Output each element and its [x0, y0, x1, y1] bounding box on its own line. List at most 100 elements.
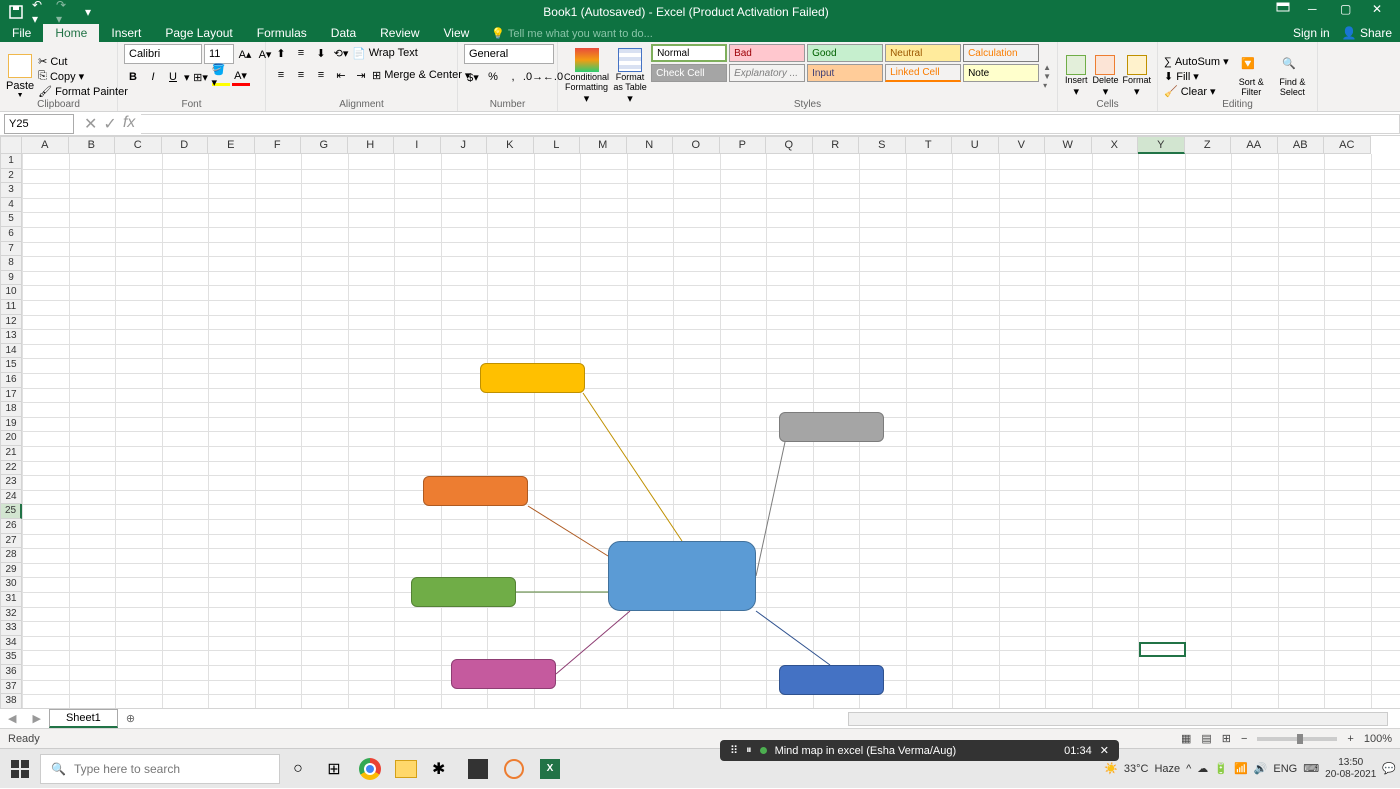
tab-home[interactable]: Home: [43, 24, 99, 42]
style-scroll-up-icon[interactable]: ▲: [1043, 63, 1051, 72]
style-check-cell[interactable]: Check Cell: [651, 64, 727, 82]
zoom-level[interactable]: 100%: [1364, 733, 1392, 745]
align-bottom-icon[interactable]: ⬇: [312, 44, 330, 62]
row-header[interactable]: 1: [0, 154, 22, 169]
fill-color-icon[interactable]: 🪣▾: [212, 68, 230, 86]
row-header[interactable]: 6: [0, 227, 22, 242]
shape-center[interactable]: [608, 541, 756, 611]
col-header[interactable]: Z: [1185, 136, 1232, 154]
align-middle-icon[interactable]: ≡: [292, 44, 310, 62]
row-header[interactable]: 32: [0, 607, 22, 622]
formula-input[interactable]: [141, 114, 1400, 134]
font-color-icon[interactable]: A▾: [232, 68, 250, 86]
zoom-slider[interactable]: [1257, 737, 1337, 741]
tab-pagelayout[interactable]: Page Layout: [153, 24, 244, 42]
row-header[interactable]: 9: [0, 271, 22, 286]
col-header[interactable]: V: [999, 136, 1046, 154]
wifi-icon[interactable]: 📶: [1234, 762, 1248, 775]
col-header[interactable]: R: [813, 136, 860, 154]
chrome-icon[interactable]: [352, 749, 388, 789]
ribbon-display-icon[interactable]: [1276, 2, 1296, 22]
redo-icon[interactable]: ↷ ▾: [56, 4, 72, 20]
style-linked-cell[interactable]: Linked Cell: [885, 64, 961, 82]
col-header[interactable]: J: [441, 136, 488, 154]
number-format-select[interactable]: [464, 44, 554, 64]
col-header[interactable]: B: [69, 136, 116, 154]
row-header[interactable]: 35: [0, 650, 22, 665]
row-header[interactable]: 4: [0, 198, 22, 213]
name-box[interactable]: [4, 114, 74, 134]
row-header[interactable]: 14: [0, 344, 22, 359]
enter-formula-icon[interactable]: ✓: [103, 114, 116, 134]
increase-indent-icon[interactable]: ⇥: [352, 66, 370, 84]
align-right-icon[interactable]: ≡: [312, 66, 330, 84]
col-header[interactable]: E: [208, 136, 255, 154]
col-header[interactable]: Y: [1138, 136, 1185, 154]
row-header[interactable]: 12: [0, 315, 22, 330]
row-header[interactable]: 16: [0, 373, 22, 388]
style-note[interactable]: Note: [963, 64, 1039, 82]
row-header[interactable]: 11: [0, 300, 22, 315]
row-header[interactable]: 7: [0, 242, 22, 257]
row-header[interactable]: 29: [0, 563, 22, 578]
select-all-corner[interactable]: [0, 136, 22, 154]
minimize-icon[interactable]: ─: [1308, 2, 1328, 22]
style-scroll-down-icon[interactable]: ▼: [1043, 72, 1051, 81]
sheet-nav-next-icon[interactable]: ▶: [24, 712, 48, 725]
onedrive-icon[interactable]: ☁: [1197, 762, 1208, 775]
sheet-tab[interactable]: Sheet1: [49, 709, 118, 728]
new-sheet-button[interactable]: ⊕: [118, 712, 143, 725]
increase-font-icon[interactable]: A▴: [236, 45, 254, 63]
style-normal[interactable]: Normal: [651, 44, 727, 62]
qat-customize-icon[interactable]: ▾: [80, 4, 96, 20]
tab-view[interactable]: View: [432, 24, 482, 42]
tab-formulas[interactable]: Formulas: [245, 24, 319, 42]
horizontal-scrollbar[interactable]: [848, 712, 1388, 726]
row-header[interactable]: 20: [0, 431, 22, 446]
cut-button[interactable]: ✂ Cut: [38, 55, 128, 68]
col-header[interactable]: Q: [766, 136, 813, 154]
row-header[interactable]: 17: [0, 388, 22, 403]
tab-file[interactable]: File: [0, 24, 43, 42]
share-button[interactable]: 👤 Share: [1342, 26, 1392, 40]
col-header[interactable]: D: [162, 136, 209, 154]
fx-icon[interactable]: fx: [123, 114, 135, 134]
shape-yellow[interactable]: [480, 363, 585, 393]
pause-icon[interactable]: ⏸: [746, 744, 752, 757]
shape-gray[interactable]: [779, 412, 884, 442]
row-header[interactable]: 31: [0, 592, 22, 607]
notifications-icon[interactable]: 💬: [1382, 762, 1396, 775]
row-header[interactable]: 15: [0, 358, 22, 373]
row-header[interactable]: 19: [0, 417, 22, 432]
decrease-indent-icon[interactable]: ⇤: [332, 66, 350, 84]
row-header[interactable]: 28: [0, 548, 22, 563]
currency-icon[interactable]: $▾: [464, 68, 482, 86]
row-header[interactable]: 2: [0, 169, 22, 184]
app-icon-1[interactable]: [460, 749, 496, 789]
row-header[interactable]: 22: [0, 461, 22, 476]
col-header[interactable]: A: [22, 136, 69, 154]
tab-review[interactable]: Review: [368, 24, 431, 42]
col-header[interactable]: W: [1045, 136, 1092, 154]
weather-icon[interactable]: ☀️: [1104, 762, 1118, 775]
col-header[interactable]: AB: [1278, 136, 1325, 154]
font-name-select[interactable]: [124, 44, 202, 64]
language-indicator[interactable]: ENG: [1273, 763, 1297, 775]
start-button[interactable]: [0, 749, 40, 789]
page-break-view-icon[interactable]: ⊞: [1222, 732, 1231, 745]
style-good[interactable]: Good: [807, 44, 883, 62]
col-header[interactable]: M: [580, 136, 627, 154]
percent-icon[interactable]: %: [484, 68, 502, 86]
shape-pink[interactable]: [451, 659, 556, 689]
slack-icon[interactable]: ✱: [424, 749, 460, 789]
row-header[interactable]: 25: [0, 504, 22, 519]
italic-button[interactable]: I: [144, 68, 162, 86]
excel-taskbar-icon[interactable]: X: [532, 749, 568, 789]
row-header[interactable]: 38: [0, 694, 22, 708]
row-header[interactable]: 10: [0, 285, 22, 300]
maximize-icon[interactable]: ▢: [1340, 2, 1360, 22]
col-header[interactable]: H: [348, 136, 395, 154]
autosum-button[interactable]: ∑ AutoSum ▾: [1164, 55, 1229, 68]
comma-icon[interactable]: ,: [504, 68, 522, 86]
align-top-icon[interactable]: ⬆: [272, 44, 290, 62]
